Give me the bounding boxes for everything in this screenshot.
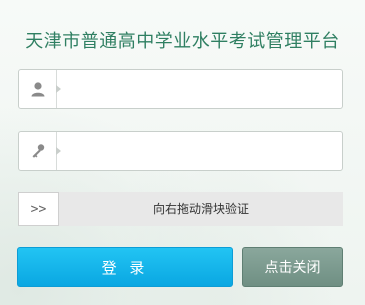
user-icon	[19, 70, 57, 108]
slide-verify[interactable]: >> 向右拖动滑块验证	[18, 192, 343, 226]
slider-hint: 向右拖动滑块验证	[152, 202, 249, 216]
key-icon	[19, 132, 57, 170]
slider-handle[interactable]: >>	[18, 192, 59, 226]
login-button[interactable]: 登 录	[17, 247, 233, 287]
close-button[interactable]: 点击关闭	[242, 247, 343, 287]
field-arrow	[56, 85, 61, 93]
password-input[interactable]	[65, 136, 335, 166]
page-title: 天津市普通高中学业水平考试管理平台	[25, 31, 340, 52]
username-input[interactable]	[65, 74, 335, 104]
username-field[interactable]	[18, 69, 343, 109]
field-arrow	[56, 147, 61, 155]
password-field[interactable]	[18, 131, 343, 171]
